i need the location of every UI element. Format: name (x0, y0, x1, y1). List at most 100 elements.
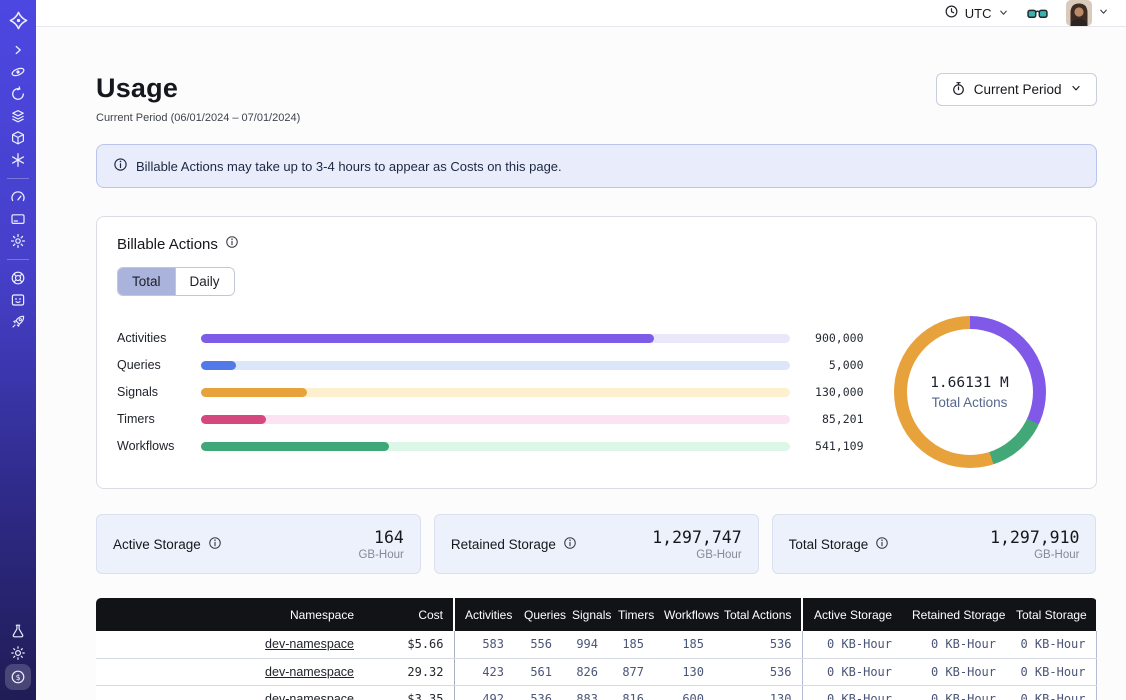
pricing-coin-icon[interactable]: $ (5, 664, 31, 690)
bar-label: Timers (117, 412, 201, 426)
bar-fill (201, 442, 389, 451)
billable-actions-card: Billable Actions Total Daily Activities … (96, 216, 1097, 489)
table-row: dev-namespace $3.35 492 536 883 816 600 … (96, 685, 1096, 700)
asterisk-icon[interactable] (5, 149, 31, 171)
namespace-link[interactable]: dev-namespace (265, 665, 354, 679)
period-selector-button[interactable]: Current Period (936, 73, 1097, 106)
clock-icon (944, 4, 959, 22)
page-subtitle: Current Period (06/01/2024 – 07/01/2024) (96, 112, 300, 124)
total-actions-cell: 536 (714, 631, 802, 658)
storage-card-label: Retained Storage (451, 537, 556, 552)
bar-label: Queries (117, 358, 201, 372)
support-lifering-icon[interactable] (5, 267, 31, 289)
active-storage-cell: 0 KB-Hour (802, 631, 902, 658)
retained-storage-cell: 0 KB-Hour (902, 658, 1006, 685)
table-row: dev-namespace $5.66 583 556 994 185 185 … (96, 631, 1096, 658)
info-icon (113, 157, 128, 175)
total-storage-cell: 0 KB-Hour (1006, 685, 1096, 700)
col-header-timers: Timers (608, 598, 654, 631)
signals-cell: 994 (562, 631, 608, 658)
tab-daily[interactable]: Daily (175, 268, 234, 295)
col-header-workflows: Workflows (654, 598, 714, 631)
bar-track (201, 415, 790, 424)
chevron-down-icon (998, 6, 1009, 21)
bar-row-timers: Timers 85,201 (117, 406, 864, 433)
col-header-cost: Cost (364, 598, 454, 631)
retained-storage-cell: 0 KB-Hour (902, 631, 1006, 658)
active-storage-cell: 0 KB-Hour (802, 685, 902, 700)
col-header-activities: Activities (454, 598, 514, 631)
timezone-selector[interactable]: UTC (944, 4, 1009, 22)
cube-icon[interactable] (5, 127, 31, 149)
namespace-link[interactable]: dev-namespace (265, 692, 354, 700)
total-storage-cell: 0 KB-Hour (1006, 658, 1096, 685)
rocket-icon[interactable] (5, 311, 31, 333)
total-daily-tabs: Total Daily (117, 267, 235, 296)
bar-fill (201, 334, 654, 343)
usage-gauge-icon[interactable] (5, 186, 31, 208)
sidebar-divider (7, 259, 29, 260)
glasses-icon[interactable] (1027, 6, 1048, 21)
retained-storage-card: Retained Storage 1,297,747 GB-Hour (434, 514, 759, 574)
donut-total-value: 1.66131 M (930, 375, 1009, 391)
namespaces-icon[interactable] (5, 61, 31, 83)
col-header-namespace: Namespace (96, 598, 364, 631)
storage-card-value: 1,297,910 (990, 528, 1079, 547)
user-menu[interactable] (1066, 0, 1109, 26)
tab-total[interactable]: Total (118, 268, 175, 295)
storage-card-unit: GB-Hour (652, 549, 741, 561)
bar-row-signals: Signals 130,000 (117, 379, 864, 406)
bar-track (201, 388, 790, 397)
signals-cell: 883 (562, 685, 608, 700)
labs-flask-icon[interactable] (5, 620, 31, 642)
total-storage-card: Total Storage 1,297,910 GB-Hour (772, 514, 1097, 574)
docs-icon[interactable] (5, 289, 31, 311)
col-header-active-storage: Active Storage (802, 598, 902, 631)
layers-icon[interactable] (5, 105, 31, 127)
activities-cell: 423 (454, 658, 514, 685)
queries-cell: 536 (514, 685, 562, 700)
sidebar-divider (7, 178, 29, 179)
timezone-label: UTC (965, 6, 992, 21)
donut-total-label: Total Actions (932, 395, 1008, 410)
settings-gear-icon[interactable] (5, 230, 31, 252)
cost-cell: 29.32 (364, 658, 454, 685)
col-header-total-actions: Total Actions (714, 598, 802, 631)
col-header-queries: Queries (514, 598, 562, 631)
topbar: UTC (36, 0, 1126, 27)
active-storage-cell: 0 KB-Hour (802, 658, 902, 685)
page-title: Usage (96, 73, 300, 104)
bar-value: 5,000 (790, 358, 864, 372)
bar-row-workflows: Workflows 541,109 (117, 433, 864, 460)
col-header-retained-storage: Retained Storage (902, 598, 1006, 631)
namespace-link[interactable]: dev-namespace (265, 637, 354, 651)
info-icon[interactable] (225, 235, 239, 253)
billable-actions-chart: Activities 900,000 Queries 5,000 Signals (117, 316, 1076, 468)
chevron-down-icon (1098, 4, 1109, 22)
retained-storage-cell: 0 KB-Hour (902, 685, 1006, 700)
billable-actions-title: Billable Actions (117, 236, 218, 253)
svg-text:$: $ (16, 673, 21, 682)
info-icon[interactable] (563, 536, 577, 553)
total-actions-donut: 1.66131 M Total Actions (894, 316, 1046, 468)
bar-row-queries: Queries 5,000 (117, 352, 864, 379)
col-header-signals: Signals (562, 598, 608, 631)
info-icon[interactable] (875, 536, 889, 553)
collapse-chevron-icon[interactable] (5, 39, 31, 61)
total-actions-cell: 130 (714, 685, 802, 700)
bar-fill (201, 388, 307, 397)
info-banner: Billable Actions may take up to 3-4 hour… (96, 144, 1097, 188)
activities-cell: 492 (454, 685, 514, 700)
storage-card-value: 164 (358, 528, 403, 547)
cost-cell: $5.66 (364, 631, 454, 658)
info-icon[interactable] (208, 536, 222, 553)
workflows-cell: 600 (654, 685, 714, 700)
temporal-logo-icon[interactable] (5, 9, 31, 31)
history-icon[interactable] (5, 83, 31, 105)
workflows-cell: 130 (654, 658, 714, 685)
theme-sun-icon[interactable] (5, 642, 31, 664)
bar-track (201, 442, 790, 451)
bar-value: 85,201 (790, 412, 864, 426)
billing-card-icon[interactable] (5, 208, 31, 230)
activities-cell: 583 (454, 631, 514, 658)
